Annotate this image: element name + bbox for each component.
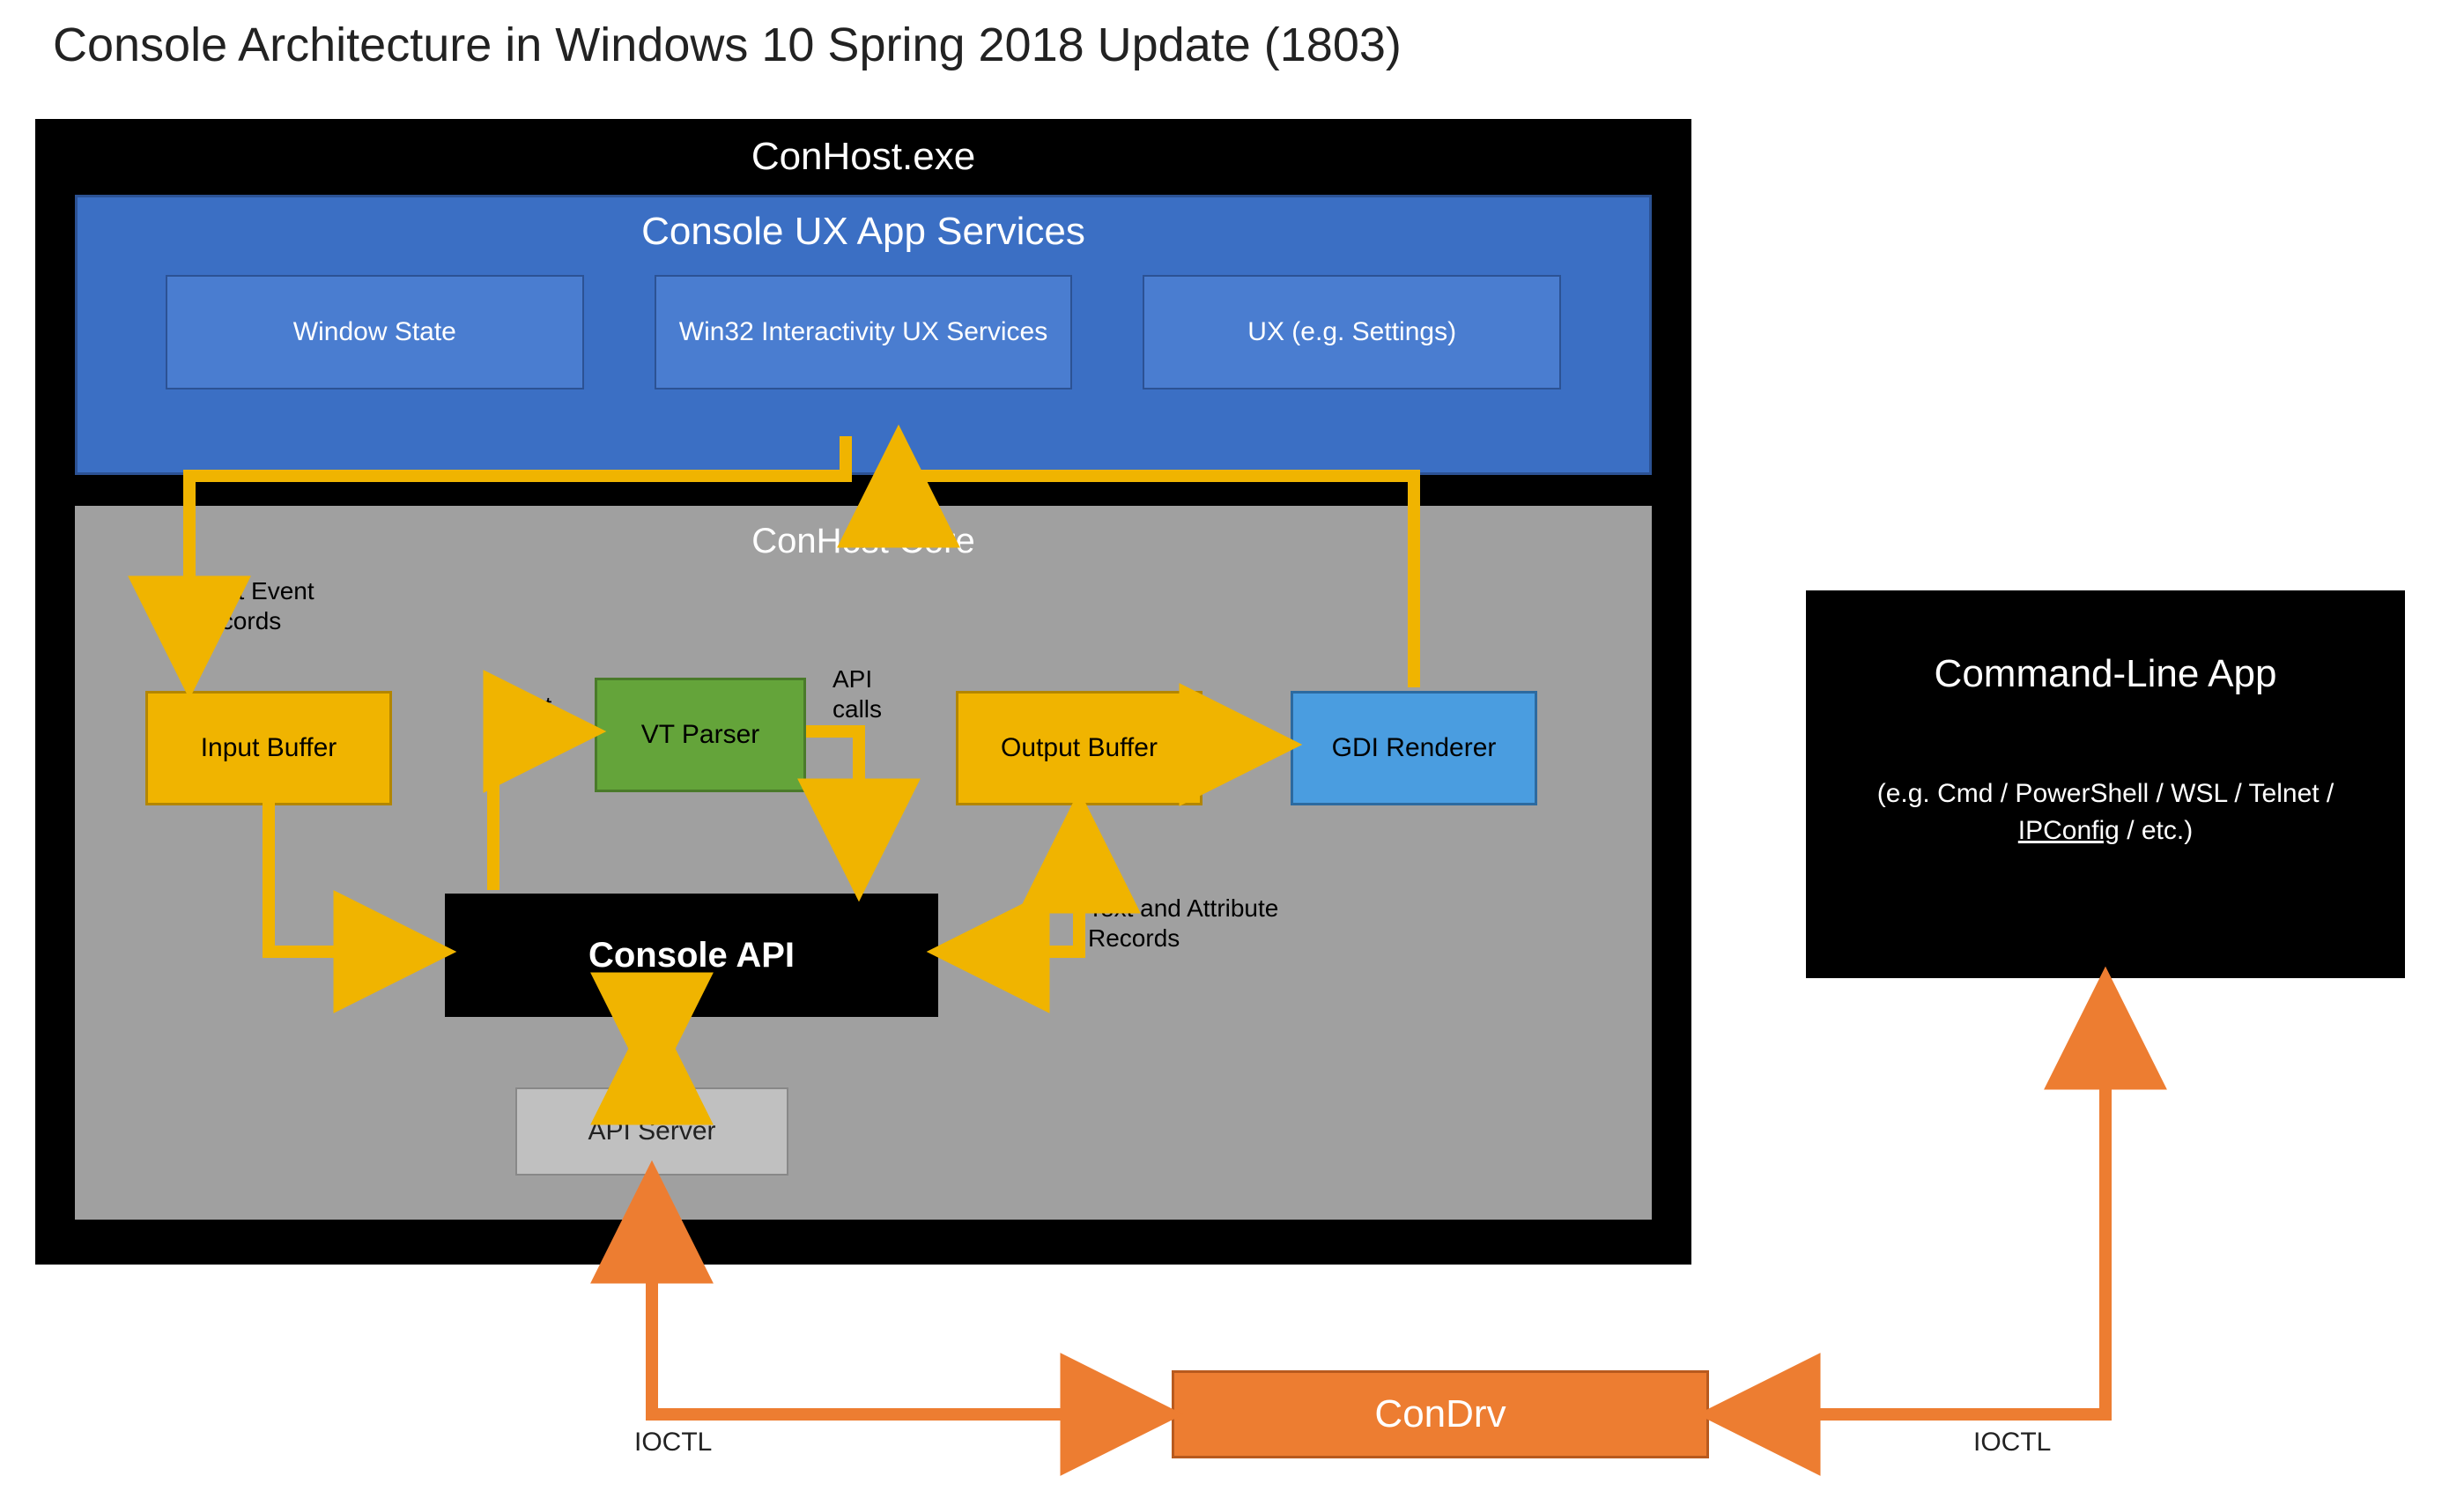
ux-services-label: Console UX App Services — [113, 197, 1614, 275]
input-buffer-box: Input Buffer — [145, 691, 392, 805]
label-text: Text — [507, 691, 551, 721]
console-api-box: Console API — [445, 894, 938, 1017]
label-text-attr: Text and Attribute Records — [1088, 894, 1370, 953]
cli-sub-ipconfig: IPConfig — [2018, 816, 2120, 845]
command-line-app-box: Command-Line App (e.g. Cmd / PowerShell … — [1806, 590, 2405, 978]
cli-sub-prefix: (e.g. Cmd / PowerShell / WSL / Telnet / — [1877, 779, 2335, 808]
arrow-condrv-cli — [1718, 987, 2105, 1414]
cli-subtitle: (e.g. Cmd / PowerShell / WSL / Telnet / … — [1806, 775, 2405, 849]
output-buffer-box: Output Buffer — [956, 691, 1202, 805]
cli-title: Command-Line App — [1806, 652, 2405, 696]
window-state-box: Window State — [166, 275, 584, 389]
api-server-box: API Server — [515, 1087, 788, 1176]
diagram-canvas: Console Architecture in Windows 10 Sprin… — [0, 0, 2464, 1506]
diagram-title: Console Architecture in Windows 10 Sprin… — [53, 18, 1402, 72]
conhost-container: ConHost.exe Console UX App Services Wind… — [35, 119, 1691, 1265]
label-input-event: Input Event Records — [189, 576, 401, 635]
label-api-calls: API calls — [832, 664, 912, 723]
ioctl-label-left: IOCTL — [634, 1428, 712, 1458]
ux-settings-box: UX (e.g. Settings) — [1143, 275, 1561, 389]
conhost-core-label: ConHost Core — [75, 506, 1652, 577]
vt-parser-box: VT Parser — [595, 678, 806, 792]
gdi-renderer-box: GDI Renderer — [1291, 691, 1537, 805]
cli-sub-suffix: / etc.) — [2120, 816, 2193, 845]
ioctl-label-right: IOCTL — [1973, 1428, 2051, 1458]
conhost-core-band: ConHost Core Input Buffer VT Parser Outp… — [75, 506, 1652, 1220]
conhost-label: ConHost.exe — [75, 119, 1652, 195]
condrv-box: ConDrv — [1172, 1370, 1709, 1458]
ux-services-band: Console UX App Services Window State Win… — [75, 195, 1652, 475]
win32-interactivity-box: Win32 Interactivity UX Services — [655, 275, 1073, 389]
ux-row: Window State Win32 Interactivity UX Serv… — [113, 275, 1614, 389]
